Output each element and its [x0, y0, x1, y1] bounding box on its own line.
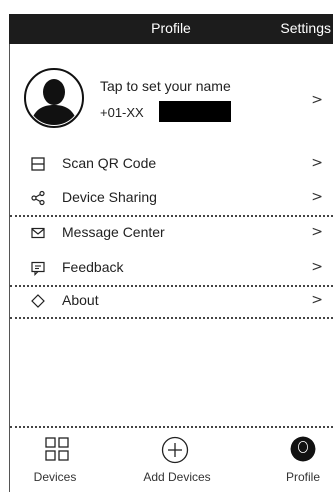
tab-profile[interactable]: Profile	[273, 428, 333, 492]
menu-item-label: Scan QR Code	[62, 155, 157, 171]
tab-devices[interactable]: Devices	[10, 428, 100, 492]
menu-item-about[interactable]: About >	[10, 285, 333, 317]
name-prompt[interactable]: Tap to set your name	[100, 78, 231, 94]
chevron-right-icon: >	[311, 224, 323, 240]
chevron-right-icon: >	[311, 155, 323, 171]
mail-icon	[31, 227, 45, 239]
phone-number: +01-XX	[100, 105, 144, 120]
settings-button[interactable]: Settings	[280, 20, 331, 36]
tab-label: Add Devices	[143, 470, 211, 484]
menu-item-label: About	[62, 292, 99, 308]
menu-item-message-center[interactable]: Message Center >	[10, 217, 333, 249]
grid-icon	[45, 437, 69, 461]
menu-item-label: Device Sharing	[62, 189, 157, 205]
chevron-right-icon: >	[311, 292, 323, 308]
diamond-icon	[31, 294, 45, 308]
redacted-phone-block	[159, 101, 231, 122]
menu-item-device-sharing[interactable]: Device Sharing >	[10, 182, 333, 214]
menu-item-label: Feedback	[62, 259, 124, 275]
feedback-icon	[31, 261, 45, 276]
avatar-icon	[24, 68, 84, 128]
share-icon	[31, 190, 45, 206]
divider	[10, 317, 333, 319]
chevron-right-icon: >	[311, 189, 323, 205]
menu-item-label: Message Center	[62, 224, 165, 240]
profile-card[interactable]: Tap to set your name +01-XX >	[10, 44, 333, 149]
profile-icon	[290, 436, 316, 462]
qr-scan-icon	[31, 157, 45, 171]
status-area	[0, 0, 333, 14]
tab-label: Profile	[285, 470, 320, 484]
app-header: Profile Settings	[9, 14, 333, 44]
chevron-right-icon: >	[311, 92, 323, 108]
chevron-right-icon: >	[311, 259, 323, 275]
tab-label: Devices	[33, 470, 77, 484]
menu-item-feedback[interactable]: Feedback >	[10, 252, 333, 284]
tab-add-devices[interactable]: Add Devices	[127, 428, 227, 492]
add-circle-icon	[161, 436, 189, 464]
bottom-tab-bar: Devices Add Devices Profile	[10, 428, 333, 492]
menu-item-scan-qr[interactable]: Scan QR Code >	[10, 148, 333, 180]
